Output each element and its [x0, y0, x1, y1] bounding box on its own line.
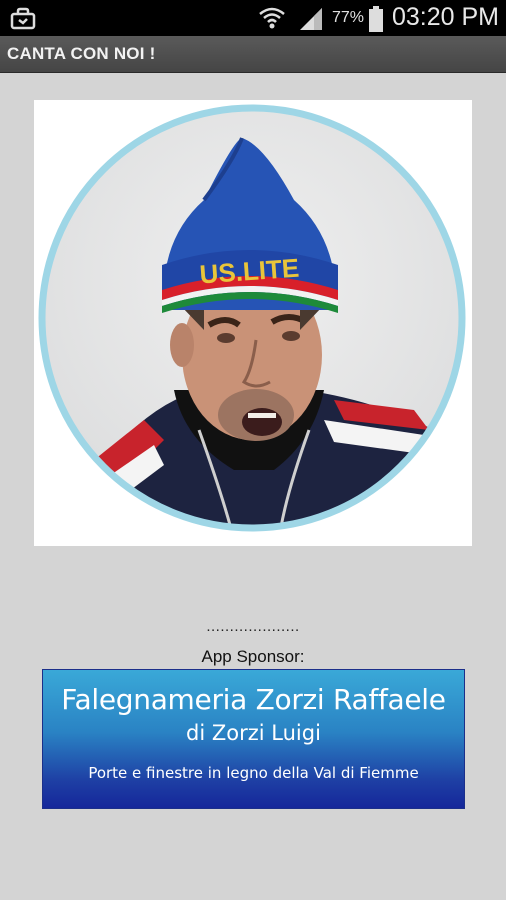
briefcase-notification-icon [10, 7, 36, 30]
signal-icon [300, 8, 322, 30]
battery-percent: 77% [332, 9, 365, 26]
sponsor-title: Falegnameria Zorzi Raffaele [61, 683, 446, 716]
battery-icon [369, 6, 383, 32]
singer-portrait-image: US.LITE [38, 104, 466, 532]
clock: 03:20 PM [392, 3, 500, 31]
singer-photo: US.LITE [34, 100, 472, 546]
sponsor-label: App Sponsor: [201, 647, 305, 666]
sponsor-description: Porte e finestre in legno della Val di F… [88, 764, 419, 782]
status-bar: 77% 03:20 PM [0, 0, 506, 36]
sponsor-banner[interactable]: Falegnameria Zorzi Raffaele di Zorzi Lui… [42, 669, 465, 809]
wifi-icon [259, 7, 285, 29]
separator-dots: .................... [206, 618, 300, 635]
action-bar: CANTA CON NOI ! [0, 36, 506, 73]
sponsor-subtitle: di Zorzi Luigi [186, 721, 321, 745]
app-title: CANTA CON NOI ! [7, 44, 156, 63]
